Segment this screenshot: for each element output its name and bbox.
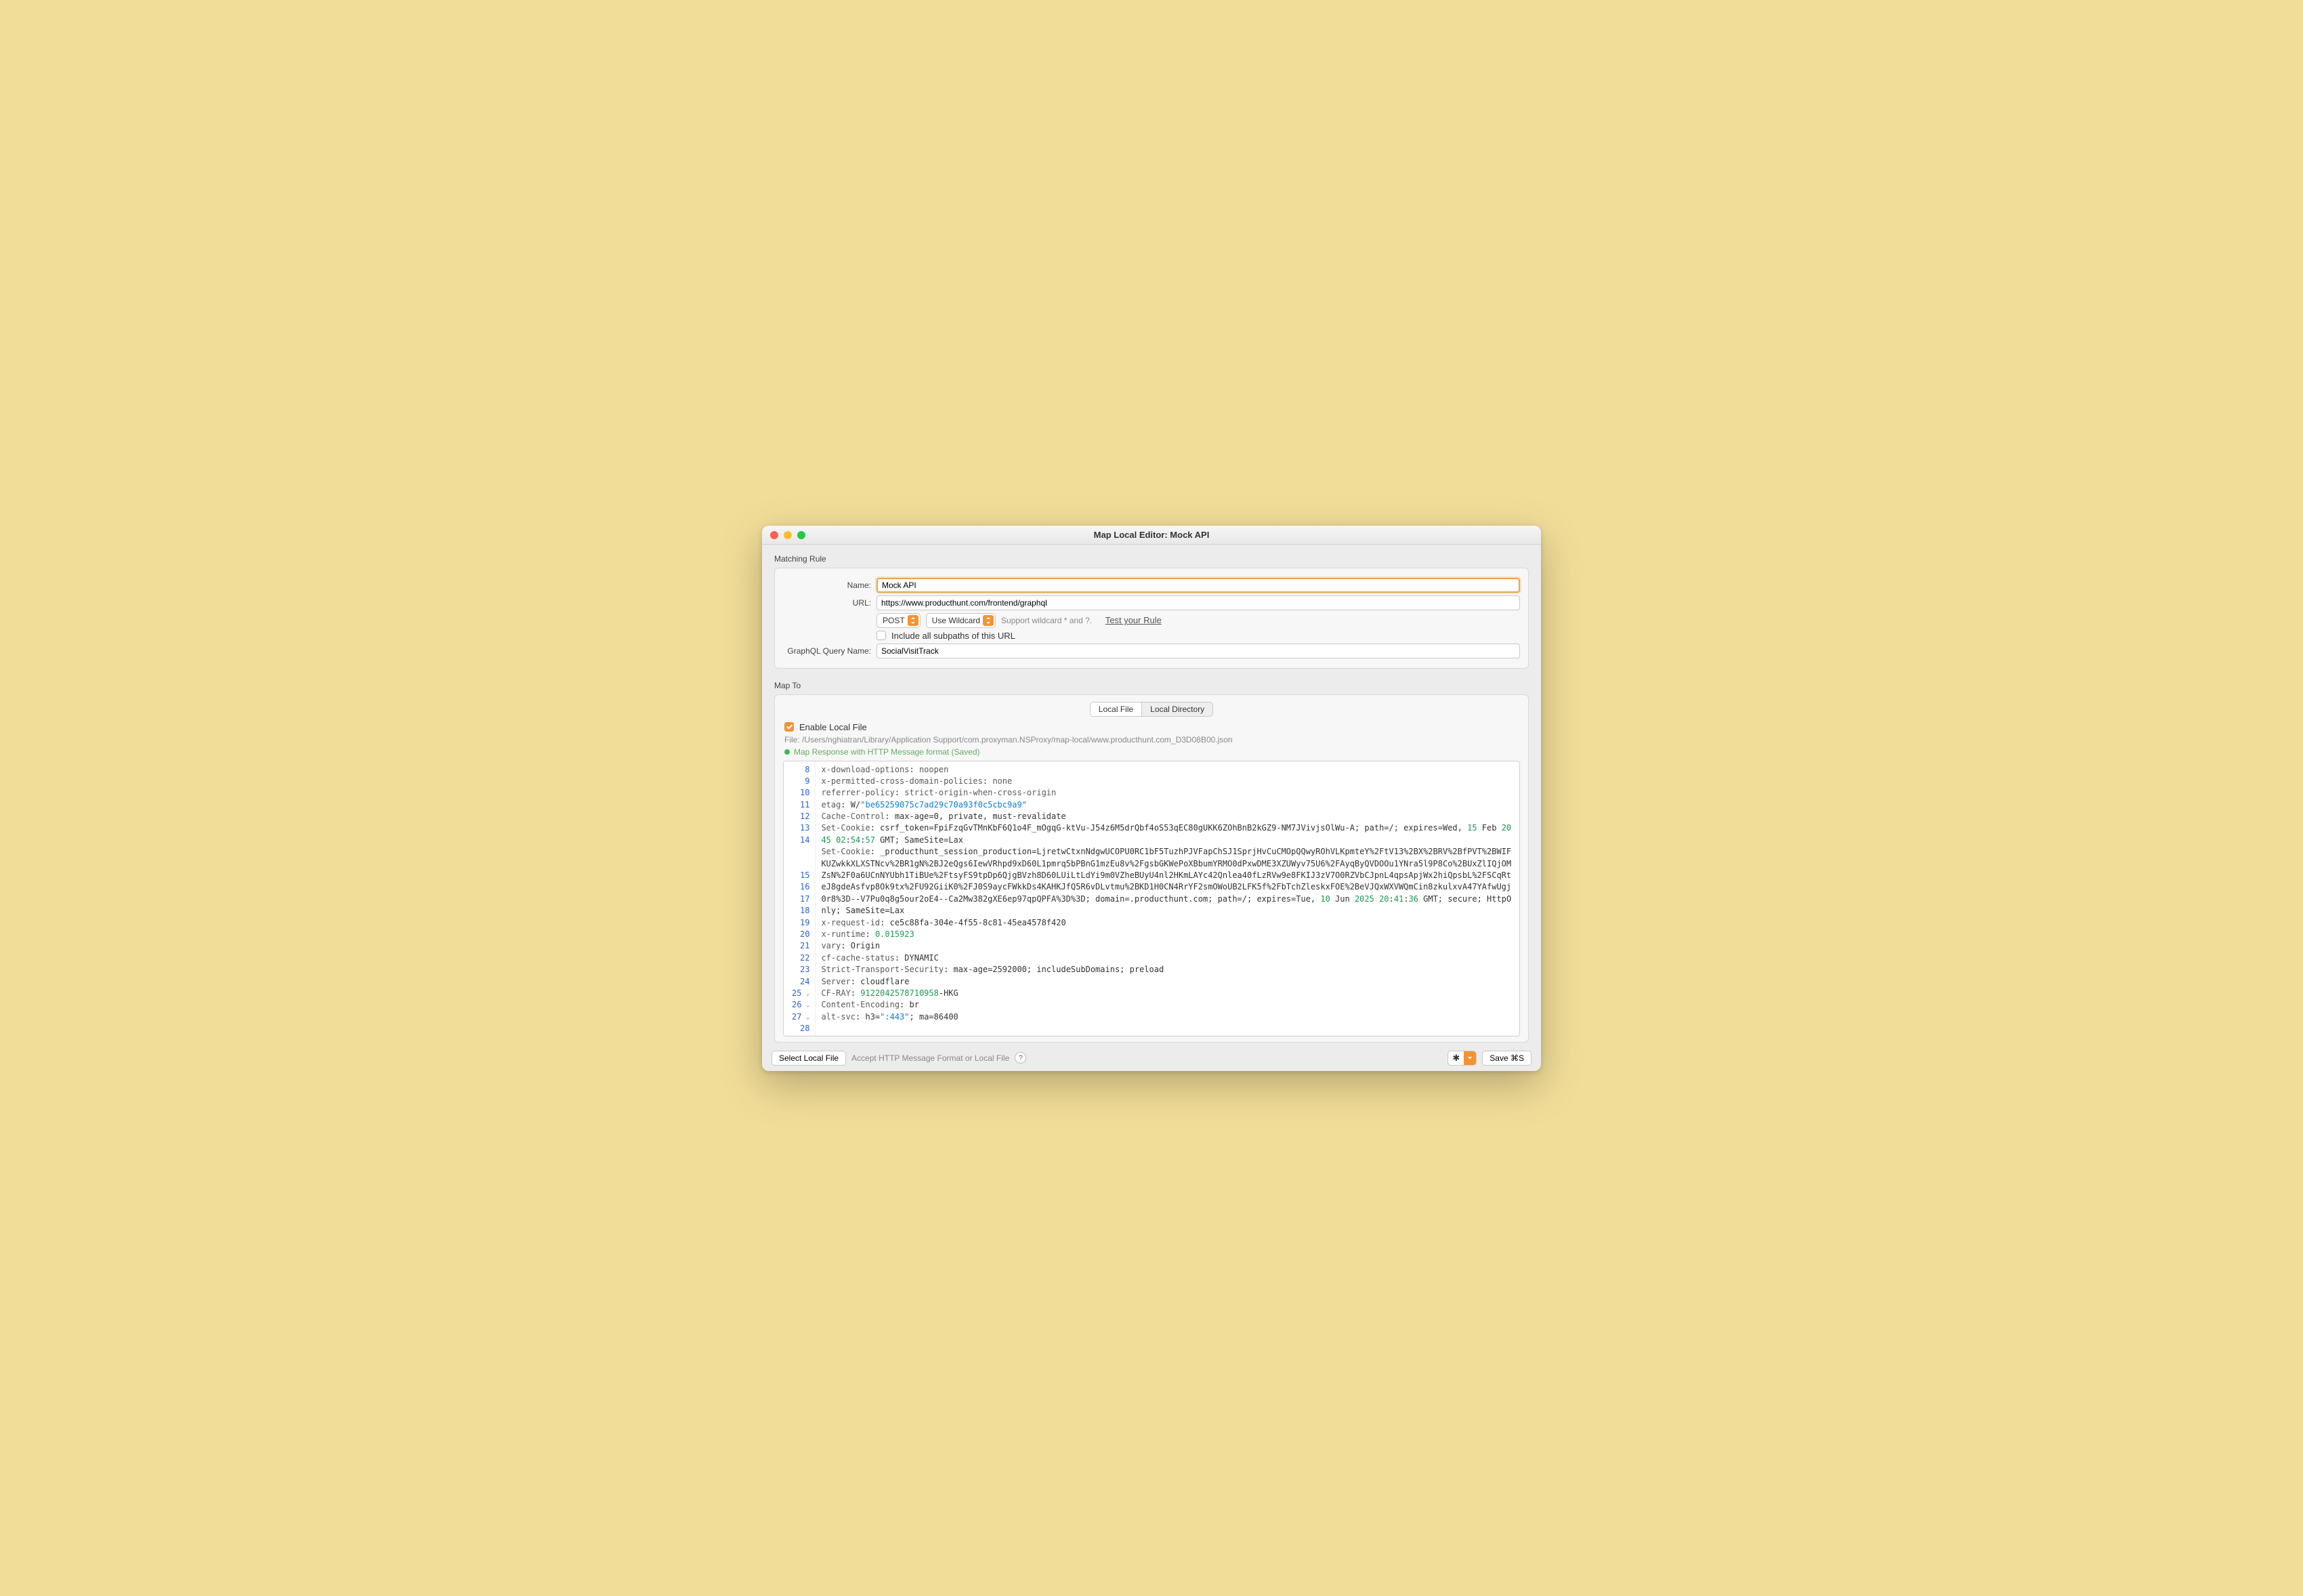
- response-editor[interactable]: 891011121314..1516171819202122232425⌄26⌄…: [783, 761, 1520, 1036]
- editor-line: Strict-Transport-Security: max-age=25920…: [821, 964, 1514, 975]
- name-label: Name:: [783, 581, 871, 590]
- titlebar: Map Local Editor: Mock API: [762, 526, 1541, 545]
- editor-line: {: [821, 1034, 1514, 1035]
- footer: Select Local File Accept HTTP Message Fo…: [762, 1045, 1541, 1071]
- settings-menu-button[interactable]: ✱: [1448, 1051, 1477, 1066]
- window-title: Map Local Editor: Mock API: [762, 530, 1541, 540]
- maximize-icon[interactable]: [797, 531, 805, 539]
- url-input[interactable]: [876, 595, 1520, 610]
- editor-gutter: 891011121314..1516171819202122232425⌄26⌄…: [784, 761, 816, 1036]
- graphql-label: GraphQL Query Name:: [783, 646, 871, 656]
- editor-line: [821, 1023, 1514, 1034]
- editor-line: Server: cloudflare: [821, 976, 1514, 988]
- name-input[interactable]: [876, 578, 1520, 593]
- status-dot-icon: [784, 749, 790, 755]
- wildcard-select[interactable]: Use Wildcard: [926, 613, 996, 628]
- matching-rule-panel: Name: URL: POST Use Wildcard Support wil…: [774, 568, 1529, 669]
- editor-line: alt-svc: h3=":443"; ma=86400: [821, 1011, 1514, 1023]
- editor-code[interactable]: x-download-options: noopenx-permitted-cr…: [816, 761, 1519, 1036]
- map-to-section: Map To Local File Local Directory Enable…: [762, 671, 1541, 1045]
- map-mode-tabs: Local File Local Directory: [1090, 702, 1213, 717]
- editor-line: etag: W/"be65259075c7ad29c70a93f0c5cbc9a…: [821, 799, 1514, 811]
- url-label: URL:: [783, 598, 871, 608]
- footer-hint: Accept HTTP Message Format or Local File: [851, 1053, 1009, 1063]
- file-label: File:: [784, 735, 800, 744]
- save-button[interactable]: Save ⌘S: [1482, 1051, 1531, 1066]
- editor-line: x-request-id: ce5c88fa-304e-4f55-8c81-45…: [821, 917, 1514, 929]
- editor-line: x-permitted-cross-domain-policies: none: [821, 776, 1514, 787]
- enable-local-file-checkbox[interactable]: [784, 722, 794, 732]
- graphql-query-input[interactable]: [876, 644, 1520, 658]
- editor-line: cf-cache-status: DYNAMIC: [821, 952, 1514, 964]
- wildcard-value: Use Wildcard: [932, 616, 980, 625]
- editor-line: vary: Origin: [821, 940, 1514, 952]
- select-local-file-button[interactable]: Select Local File: [772, 1051, 846, 1066]
- editor-line: Cache-Control: max-age=0, private, must-…: [821, 811, 1514, 822]
- test-rule-link[interactable]: Test your Rule: [1105, 615, 1162, 625]
- chevron-updown-icon: [986, 618, 991, 623]
- status-text: Map Response with HTTP Message format (S…: [794, 747, 980, 757]
- map-to-panel: Local File Local Directory Enable Local …: [774, 694, 1529, 1043]
- minimize-icon[interactable]: [784, 531, 792, 539]
- editor-line: Set-Cookie: csrf_token=FpiFzqGvTMnKbF6Q1…: [821, 822, 1514, 846]
- window-controls: [770, 531, 805, 539]
- tab-local-directory[interactable]: Local Directory: [1141, 702, 1212, 716]
- editor-line: referrer-policy: strict-origin-when-cros…: [821, 787, 1514, 799]
- editor-line: Content-Encoding: br: [821, 999, 1514, 1011]
- tab-local-file[interactable]: Local File: [1091, 702, 1141, 716]
- gear-icon: ✱: [1448, 1051, 1464, 1065]
- editor-line: x-download-options: noopen: [821, 764, 1514, 776]
- method-select[interactable]: POST: [876, 613, 921, 628]
- chevron-updown-icon: [910, 618, 916, 623]
- matching-rule-section: Matching Rule Name: URL: POST Use Wildca…: [762, 545, 1541, 671]
- status-line: Map Response with HTTP Message format (S…: [784, 747, 1520, 757]
- help-icon[interactable]: ?: [1015, 1052, 1026, 1064]
- editor-line: Set-Cookie: _producthunt_session_product…: [821, 846, 1514, 917]
- app-window: Map Local Editor: Mock API Matching Rule…: [762, 526, 1541, 1071]
- editor-line: x-runtime: 0.015923: [821, 929, 1514, 940]
- enable-local-file-label: Enable Local File: [799, 722, 867, 732]
- editor-line: CF-RAY: 9122042578710958-HKG: [821, 988, 1514, 999]
- file-path: /Users/nghiatran/Library/Application Sup…: [802, 735, 1233, 744]
- wildcard-hint: Support wildcard * and ?.: [1001, 616, 1092, 625]
- include-subpaths-label: Include all subpaths of this URL: [891, 631, 1015, 641]
- method-value: POST: [883, 616, 905, 625]
- close-icon[interactable]: [770, 531, 778, 539]
- section-heading: Matching Rule: [774, 554, 1529, 564]
- section-heading: Map To: [774, 681, 1529, 690]
- chevron-down-icon: [1464, 1051, 1476, 1065]
- include-subpaths-checkbox[interactable]: [876, 631, 886, 640]
